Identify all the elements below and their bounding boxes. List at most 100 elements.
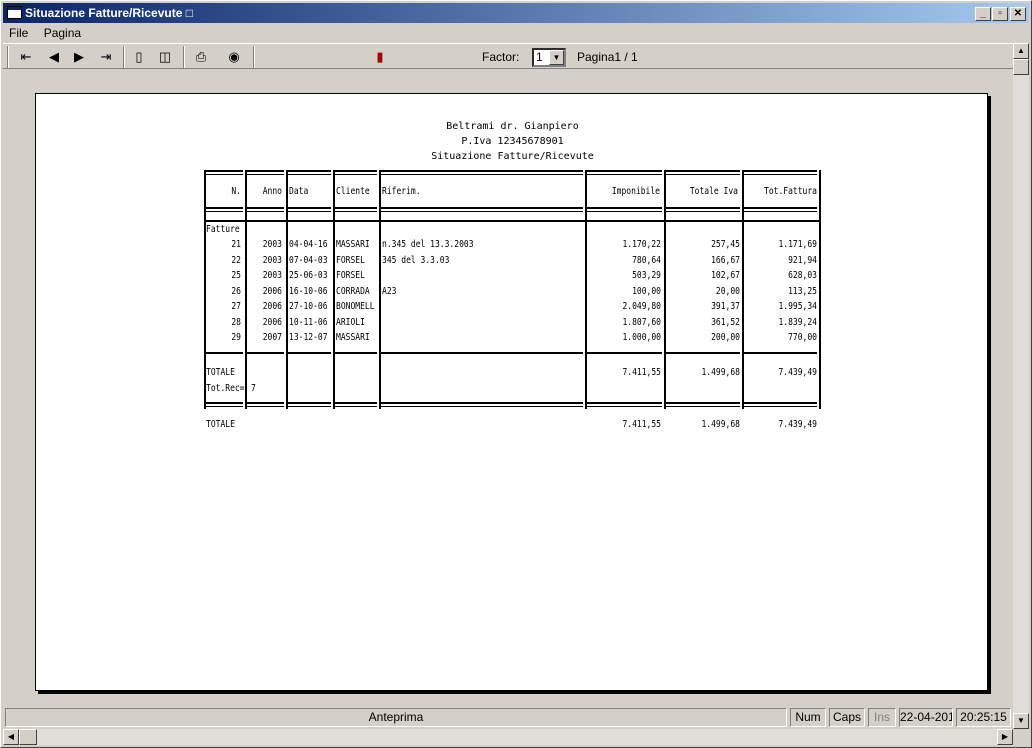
table-row-iva: 257,45 [711,239,740,250]
table-header-top-rule [335,174,377,175]
subtotal-totale: 7.439,49 [778,367,817,378]
table-header-bottom-rule [381,207,583,209]
column-header: Riferim. [382,186,421,197]
scroll-down-icon[interactable]: ▼ [1013,713,1029,729]
table-row-data: 13-12-07 [289,332,328,343]
table-header-top-rule [247,170,284,172]
status-time: 20:25:15 [956,708,1011,727]
column-header: Totale Iva [689,186,738,197]
preview-area: Beltrami dr. Gianpiero P.Iva 12345678901… [5,71,1013,706]
minimize-button[interactable]: _ [975,7,991,21]
table-header-top-rule [206,174,243,175]
table-row-n: 22 [231,254,241,266]
table-row-iva: 361,52 [711,316,740,328]
table-row-riferim: 345 del 3.3.03 [382,254,450,266]
table-header-bottom-rule [335,207,377,209]
grandtotal-imponibile: 7.411,55 [622,419,661,430]
table-row-totale: 921,94 [788,254,817,266]
menu-file[interactable]: File [3,24,34,42]
print-icon[interactable]: ⎙ [190,47,212,67]
subtotal-rule [666,352,740,354]
report-page: Beltrami dr. Gianpiero P.Iva 12345678901… [35,93,988,691]
title-bar[interactable]: Situazione Fatture/Ricevute □ _ ▫ ✕ [3,3,1029,23]
table-row-iva: 166,67 [711,254,740,266]
scroll-thumb[interactable] [1013,59,1029,75]
subtotal-rule [288,352,331,354]
status-caps: Caps [829,708,865,727]
table-header-bottom-rule [744,211,817,212]
table-row-totale: 113,25 [788,285,817,297]
status-ins: Ins [868,708,896,727]
horizontal-scrollbar[interactable]: ◀ ▶ [3,729,1013,745]
subtotal-rule [335,352,377,354]
table-row-n: 27 [231,301,241,312]
next-page-icon[interactable]: ▶ [68,47,90,67]
table-header-bottom-rule [247,207,284,209]
status-num: Num [790,708,826,727]
table-bottom-rule [335,402,377,404]
table-row-totale: 1.171,69 [778,239,817,250]
column-header: Imponibile [611,186,660,197]
exit-icon[interactable]: ▮ [369,47,391,67]
scroll-up-icon[interactable]: ▲ [1013,43,1029,59]
first-page-icon[interactable]: ⇤ [15,47,37,67]
column-divider [379,170,381,409]
grandtotal-totale: 7.439,49 [778,419,817,430]
export-icon[interactable]: ◉ [223,47,245,67]
table-header-top-rule [587,170,662,172]
scroll-right-icon[interactable]: ▶ [997,729,1013,745]
subtotal-rule [206,352,243,354]
table-row-iva: 391,37 [711,301,740,312]
column-header: Tot.Fattura [764,186,817,197]
table-row-totale: 1.839,24 [778,316,817,328]
table-row-data: 25-06-03 [289,270,328,281]
toolbar-separator [123,46,125,68]
two-pages-icon[interactable]: ◫ [154,47,176,67]
column-divider [819,170,821,409]
chevron-down-icon[interactable]: ▼ [549,50,564,65]
column-header: Cliente [336,186,370,197]
table-row-iva: 102,67 [711,270,740,281]
table-row-iva: 20,00 [715,285,740,297]
single-page-icon[interactable]: ▯ [128,47,150,67]
table-row-imponibile: 100,00 [632,285,661,297]
section-label: Fatture [206,224,240,235]
column-divider [742,170,744,409]
table-bottom-rule [381,406,583,407]
table-header-bottom-rule [744,207,817,209]
window-title: Situazione Fatture/Ricevute □ [25,6,193,20]
table-row-data: 07-04-03 [289,254,328,266]
table-row-anno: 2003 [262,270,282,281]
table-row-cliente: CORRADA [336,285,370,297]
record-count: 7 [251,383,256,394]
status-bar: Anteprima Num Caps Ins 22-04-2016 20:25:… [3,706,1013,728]
table-row-iva: 200,00 [711,332,740,343]
menu-pagina[interactable]: Pagina [38,24,87,42]
toolbar-grip [7,46,9,68]
table-header-top-rule [288,174,331,175]
last-page-icon[interactable]: ⇥ [95,47,117,67]
table-row-cliente: ARIOLI [336,316,365,328]
factor-select[interactable]: 1 ▼ [532,48,566,67]
hscroll-thumb[interactable] [19,729,37,745]
table-row-n: 26 [231,285,241,297]
table-row-n: 21 [231,239,241,250]
prev-page-icon[interactable]: ◀ [43,47,65,67]
table-row-riferim: n.345 del 13.3.2003 [382,239,474,250]
table-bottom-rule [288,402,331,404]
table-bottom-rule [666,406,740,407]
table-header-bottom-rule [288,211,331,212]
table-row-anno: 2006 [262,301,282,312]
table-header-top-rule [587,174,662,175]
table-header-bottom-rule [206,207,243,209]
app-window: Situazione Fatture/Ricevute □ _ ▫ ✕ File… [0,0,1032,748]
page-info: Pagina1 / 1 [577,50,638,64]
close-button[interactable]: ✕ [1010,7,1026,21]
subtotal-imponibile: 7.411,55 [622,367,661,378]
vertical-scrollbar[interactable]: ▲ ▼ [1013,43,1029,729]
table-header-top-rule [381,174,583,175]
table-row-cliente: MASSARI [336,239,370,250]
restore-button[interactable]: ▫ [992,7,1008,21]
scroll-left-icon[interactable]: ◀ [3,729,19,745]
table-header-bottom-rule [288,207,331,209]
